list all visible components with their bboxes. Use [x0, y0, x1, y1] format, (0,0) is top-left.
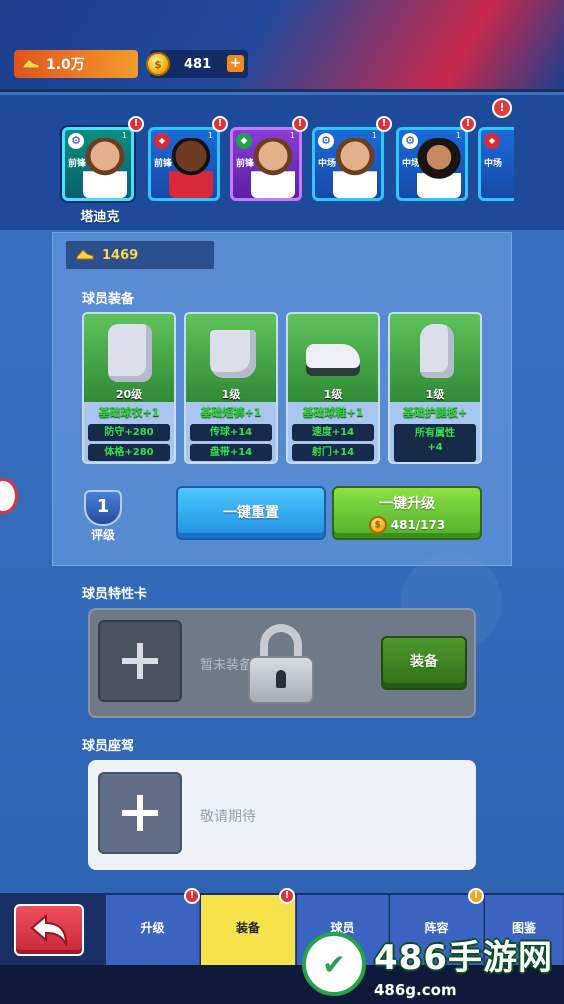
back-arrow-icon	[30, 914, 68, 948]
upgrade-all-button[interactable]: 一键升级 $ 481/173	[332, 486, 482, 540]
gear-jersey[interactable]: 20级 基础球衣+1 防守+280 体格+280	[82, 312, 176, 464]
upgrade-all-label: 一键升级	[379, 496, 435, 512]
player-card-1[interactable]: ⚙ 1 前锋	[62, 127, 134, 201]
player-portrait	[169, 138, 213, 198]
alert-icon: !	[376, 116, 392, 132]
player-card-2[interactable]: ◆ 1 前锋	[148, 127, 220, 201]
player-rank: 1	[207, 131, 213, 140]
gear-stat-line: +4	[427, 442, 443, 453]
gear-stat: 传球+14	[190, 424, 272, 441]
player-portrait	[251, 138, 295, 198]
cleats-value: 1.0万	[46, 57, 85, 73]
add-coins-button[interactable]: +	[227, 55, 244, 72]
equip-button[interactable]: 装备	[381, 636, 467, 690]
gear-name: 基础球衣+1	[98, 406, 160, 419]
rating-badge[interactable]: 1	[84, 490, 122, 526]
gear-stat: 射门+14	[292, 444, 374, 461]
coins-currency: $ 481 +	[146, 50, 248, 78]
coin-icon: $	[368, 516, 387, 534]
gear-stat: 所有属性 +4	[394, 424, 476, 462]
power-value: 1469	[102, 247, 139, 263]
trait-title: 球员特性卡	[82, 587, 148, 602]
player-portrait	[83, 138, 127, 198]
gear-stat-line: 所有属性	[415, 428, 455, 439]
back-button[interactable]	[14, 904, 84, 956]
selected-player-name: 塔迪克	[80, 210, 120, 225]
seat-coming-soon: 敬请期待	[200, 809, 256, 825]
add-trait-icon[interactable]	[98, 620, 182, 702]
tab-upgrade[interactable]: 升级	[106, 895, 200, 965]
gear-stat: 盘带+14	[190, 444, 272, 461]
reset-all-button[interactable]: 一键重置	[176, 486, 326, 540]
power-rating: 1469	[66, 241, 214, 269]
watermark-logo-icon: ✔	[302, 932, 366, 996]
gear-icon: ⚙	[402, 133, 418, 149]
gear-name: 基础球鞋+1	[302, 406, 364, 419]
gear-shorts[interactable]: 1级 基础短裤+1 传球+14 盘带+14	[184, 312, 278, 464]
alert-icon: !	[468, 888, 484, 904]
player-rank: 1	[121, 131, 127, 140]
alert-icon: !	[184, 888, 200, 904]
info-alert-icon[interactable]: !	[492, 98, 512, 118]
player-portrait	[417, 138, 461, 198]
alert-icon: !	[212, 116, 228, 132]
player-card-3[interactable]: ◆ 1 前锋	[230, 127, 302, 201]
coins-value: 481	[184, 56, 212, 72]
club-crest-icon: ◆	[154, 133, 170, 149]
add-seat-icon[interactable]	[98, 772, 182, 854]
player-position: 中场	[484, 159, 503, 169]
gear-boots[interactable]: 1级 基础球鞋+1 速度+14 射门+14	[286, 312, 380, 464]
tab-equipment[interactable]: 装备	[201, 895, 296, 965]
upgrade-cost: $ 481/173	[334, 516, 480, 534]
player-rank: 1	[455, 131, 461, 140]
gear-level: 1级	[425, 388, 445, 401]
gear-shin-guard[interactable]: 1级 基础护腿板+ 所有属性 +4	[388, 312, 482, 464]
gear-level: 20级	[115, 388, 143, 401]
alert-icon: !	[128, 116, 144, 132]
gear-level: 1级	[221, 388, 241, 401]
cleat-icon	[76, 249, 94, 260]
equipment-title: 球员装备	[82, 292, 135, 307]
player-rank: 1	[371, 131, 377, 140]
cleats-currency: 1.0万	[14, 50, 138, 78]
player-card-4[interactable]: ⚙ 1 中场	[312, 127, 384, 201]
gear-icon: ⚙	[68, 133, 84, 149]
watermark-url: 486g.com	[374, 980, 457, 999]
gear-stat: 防守+280	[88, 424, 170, 441]
player-rank: 1	[289, 131, 295, 140]
watermark-title: 486手游网	[374, 937, 553, 978]
gear-level: 1级	[323, 388, 343, 401]
club-crest-icon: ◆	[236, 133, 252, 149]
coin-icon: $	[146, 52, 170, 76]
top-bar	[0, 0, 564, 92]
gear-name: 基础短裤+1	[200, 406, 262, 419]
player-portrait	[333, 138, 377, 198]
cleat-icon	[22, 58, 40, 69]
player-card-5[interactable]: ⚙ 1 中场	[396, 127, 468, 201]
rating-label: 评级	[90, 528, 115, 542]
gear-stat: 体格+280	[88, 444, 170, 461]
club-crest-icon: ◆	[484, 133, 500, 149]
alert-icon: !	[292, 116, 308, 132]
lock-icon	[248, 624, 314, 704]
gear-name: 基础护腿板+	[402, 406, 468, 419]
gear-icon: ⚙	[318, 133, 334, 149]
gear-stat: 速度+14	[292, 424, 374, 441]
player-card-6[interactable]: ◆ 中场	[478, 127, 514, 201]
watermark-text: 486手游网 486g.com	[374, 930, 553, 999]
watermark: ✔ 486手游网 486g.com	[302, 924, 564, 1004]
seat-title: 球员座驾	[82, 739, 135, 754]
alert-icon: !	[460, 116, 476, 132]
upgrade-cost-value: 481/173	[390, 518, 446, 532]
alert-icon: !	[279, 888, 295, 904]
